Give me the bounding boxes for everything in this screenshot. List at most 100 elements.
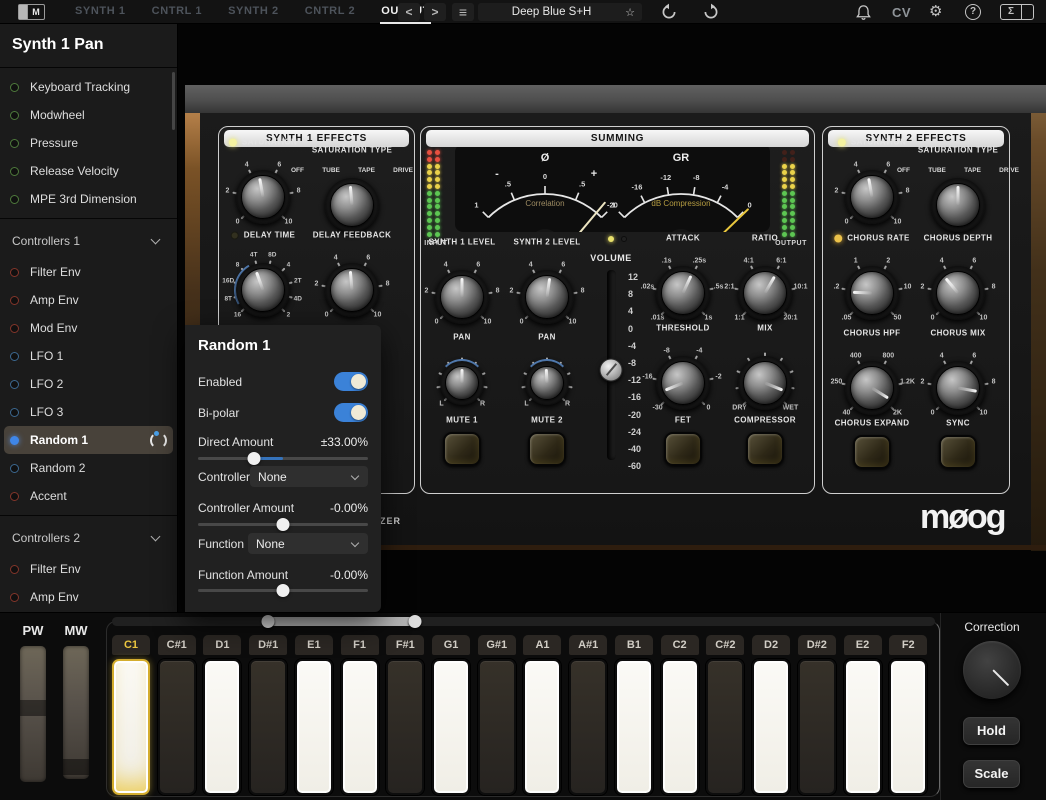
- sidebar-scrollbar[interactable]: [172, 72, 175, 130]
- slider-thumb[interactable]: [248, 452, 261, 465]
- preset-selector[interactable]: Deep Blue S+H ☆: [478, 3, 642, 21]
- keyboard-scroll-range[interactable]: [268, 617, 414, 626]
- key-f1[interactable]: [341, 659, 379, 795]
- key-f2[interactable]: [889, 659, 927, 795]
- mod-source-led: [10, 593, 19, 602]
- key-c2[interactable]: [661, 659, 699, 795]
- pitch-wheel[interactable]: [20, 646, 46, 782]
- key-d-1[interactable]: [249, 659, 287, 795]
- hold-button[interactable]: Hold: [963, 717, 1020, 745]
- controller-amount-slider[interactable]: [198, 517, 368, 531]
- fet-button[interactable]: [664, 432, 702, 466]
- sidebar-item-random-2[interactable]: Random 2: [0, 454, 177, 482]
- sidebar-item-pressure[interactable]: Pressure: [0, 129, 177, 157]
- sidebar-item-amp-env[interactable]: Amp Env: [0, 286, 177, 314]
- mod-wheel-label: MW: [62, 623, 90, 638]
- mute-2-button[interactable]: [528, 432, 566, 466]
- function-select[interactable]: None: [248, 533, 368, 554]
- mute-1-button-label: MUTE 1: [446, 416, 478, 425]
- function-amount-slider[interactable]: [198, 583, 368, 597]
- slider-thumb[interactable]: [277, 518, 290, 531]
- next-preset-button[interactable]: >: [424, 3, 446, 21]
- chassis-top-edge: [185, 85, 1046, 113]
- keyboard-scroll-handle-right[interactable]: [408, 615, 421, 628]
- sidebar-item-modwheel[interactable]: Modwheel: [0, 101, 177, 129]
- enabled-toggle[interactable]: [334, 372, 368, 391]
- key-c1[interactable]: [112, 659, 150, 795]
- sidebar-item-random-1[interactable]: Random 1: [4, 426, 173, 454]
- key-label-e2: E2: [844, 635, 882, 655]
- moog-plugin-window: M SYNTH 1CNTRL 1SYNTH 2CNTRL 2OUTPUT < >…: [0, 0, 1046, 800]
- sidebar-item-mpe-3rd-dimension[interactable]: MPE 3rd Dimension: [0, 185, 177, 213]
- sidebar-item-filter-env[interactable]: Filter Env: [0, 258, 177, 286]
- key-a1[interactable]: [523, 659, 561, 795]
- tab-cntrl-1[interactable]: CNTRL 1: [139, 0, 215, 24]
- slider-thumb[interactable]: [277, 584, 290, 597]
- sidebar-item-lfo-1[interactable]: LFO 1: [0, 342, 177, 370]
- tab-synth-1[interactable]: SYNTH 1: [62, 0, 139, 24]
- direct-amount-slider[interactable]: [198, 451, 368, 465]
- scale-button[interactable]: Scale: [963, 760, 1020, 788]
- mod-source-led: [10, 296, 19, 305]
- tab-cntrl-2[interactable]: CNTRL 2: [292, 0, 368, 24]
- section-title: SUMMING: [426, 130, 809, 147]
- moog-logo-icon[interactable]: M: [18, 4, 45, 20]
- sidebar-item-filter-env[interactable]: Filter Env: [0, 555, 177, 583]
- help-icon[interactable]: ?: [965, 4, 981, 20]
- controller-label: Controller: [198, 470, 250, 484]
- controller-select[interactable]: None: [250, 466, 368, 487]
- favorite-star-icon[interactable]: ☆: [625, 6, 635, 19]
- divider: [940, 613, 941, 800]
- sidebar-item-lfo-2[interactable]: LFO 2: [0, 370, 177, 398]
- keyboard-scroll-track[interactable]: [112, 617, 935, 626]
- key-f-1[interactable]: [386, 659, 424, 795]
- key-label-c-2: C#2: [706, 635, 744, 655]
- preset-menu-icon[interactable]: ≡: [452, 3, 474, 21]
- gear-icon[interactable]: ⚙: [929, 2, 942, 20]
- chorus-expand-button[interactable]: [853, 435, 891, 469]
- prev-preset-button[interactable]: <: [398, 3, 420, 21]
- keyboard-scroll-handle-left[interactable]: [262, 615, 275, 628]
- redo-icon[interactable]: [702, 3, 720, 21]
- controller-amount-label: Controller Amount: [198, 501, 294, 515]
- led-indicator: [231, 231, 239, 239]
- sidebar-item-accent[interactable]: Accent: [0, 482, 177, 510]
- notifications-bell-icon[interactable]: [855, 4, 872, 21]
- section-header-controllers-2[interactable]: Controllers 2: [0, 521, 177, 555]
- key-c-1[interactable]: [158, 659, 196, 795]
- key-a-1[interactable]: [569, 659, 607, 795]
- key-e1[interactable]: [295, 659, 333, 795]
- correction-knob[interactable]: [963, 641, 1021, 699]
- section-header-controllers-1[interactable]: Controllers 1: [0, 224, 177, 258]
- bipolar-toggle[interactable]: [334, 403, 368, 422]
- sidebar-item-keyboard-tracking[interactable]: Keyboard Tracking: [0, 73, 177, 101]
- key-d1[interactable]: [203, 659, 241, 795]
- sidebar-item-release-velocity[interactable]: Release Velocity: [0, 157, 177, 185]
- mod-wheel[interactable]: [63, 646, 89, 779]
- key-e2[interactable]: [844, 659, 882, 795]
- key-b1[interactable]: [615, 659, 653, 795]
- key-label-a-1: A#1: [569, 635, 607, 655]
- sidebar-item-lfo-3[interactable]: LFO 3: [0, 398, 177, 426]
- key-g1[interactable]: [432, 659, 470, 795]
- key-d2[interactable]: [752, 659, 790, 795]
- key-g-1[interactable]: [478, 659, 516, 795]
- key-c-2[interactable]: [706, 659, 744, 795]
- mute-1-button[interactable]: [443, 432, 481, 466]
- wood-cheek-right: [1031, 85, 1046, 551]
- sync-button[interactable]: [939, 435, 977, 469]
- function-amount-label: Function Amount: [198, 568, 288, 582]
- sum-view-icon[interactable]: Σ: [1000, 4, 1034, 20]
- mod-source-led: [10, 111, 19, 120]
- tab-synth-2[interactable]: SYNTH 2: [215, 0, 292, 24]
- sidebar-item-amp-env[interactable]: Amp Env: [0, 583, 177, 611]
- keyboard-panel: PW MW C1C#1D1D#1E1F1F#1G1G#1A1A#1B1C2C#2…: [0, 612, 1046, 800]
- key-d-2[interactable]: [798, 659, 836, 795]
- mini-knob-icon: [150, 432, 167, 449]
- cv-settings-icon[interactable]: CV: [892, 5, 911, 20]
- sidebar-item-mod-env[interactable]: Mod Env: [0, 314, 177, 342]
- modulation-sidebar: Synth 1 Pan Keyboard TrackingModwheelPre…: [0, 24, 178, 612]
- correction-label: Correction: [964, 620, 1019, 634]
- compressor-button[interactable]: [746, 432, 784, 466]
- undo-icon[interactable]: [660, 3, 678, 21]
